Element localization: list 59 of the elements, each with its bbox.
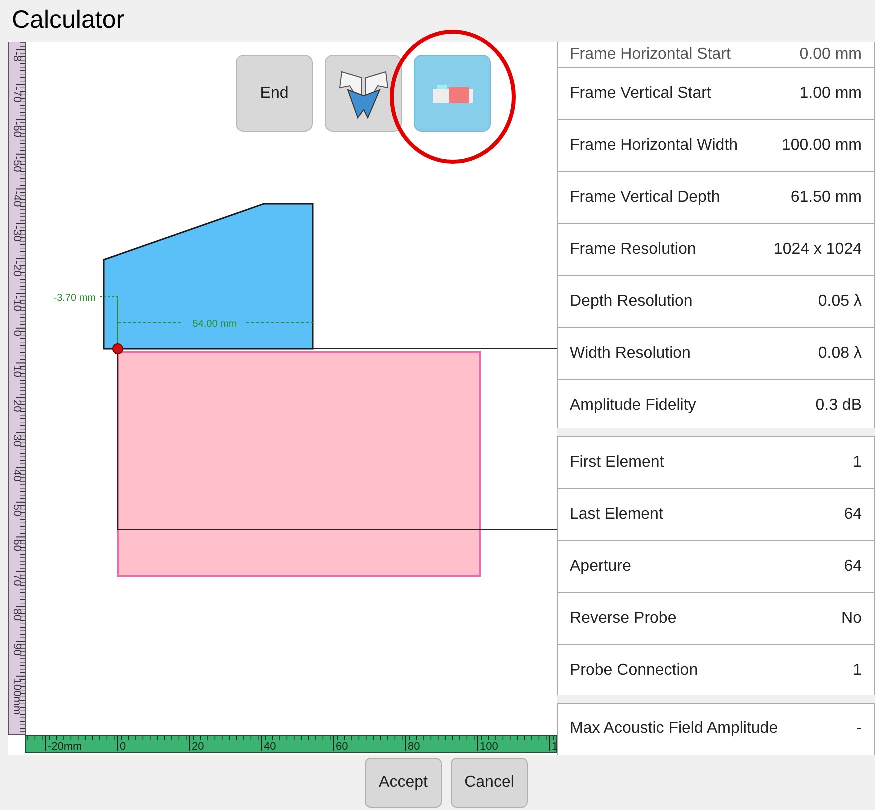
property-label: Last Element (570, 504, 664, 525)
property-value: 64 (844, 504, 862, 525)
property-value: 100.00 mm (782, 136, 862, 156)
dialog-button[interactable]: Cancel (451, 758, 528, 808)
property-value: 1.00 mm (800, 84, 862, 104)
ruler-label: 90 (11, 644, 23, 656)
ruler-label: -50 (11, 156, 23, 172)
property-value: 0.3 dB (816, 396, 862, 416)
ruler-label: 40 (11, 470, 23, 482)
property-value: 0.05 λ (818, 292, 862, 312)
probe-point (112, 344, 124, 354)
property-label: Aperture (570, 556, 632, 577)
ruler-label: 50 (11, 504, 23, 517)
ruler-label: -60 (11, 122, 23, 138)
dimension-label: -3.70 mm (54, 293, 96, 304)
ruler-label: -20 (11, 260, 23, 277)
property-label: Frame Vertical Depth (570, 188, 720, 208)
ruler-label: 80 (408, 741, 420, 753)
dimension-label: 54.00 mm (192, 319, 238, 330)
property-label: Width Resolution (570, 344, 691, 364)
ruler-label: 30 (11, 434, 23, 448)
property-label: Frame Horizontal Width (570, 136, 738, 156)
ruler-label: -40 (11, 191, 23, 208)
window-title: Calculator (12, 5, 125, 36)
property-label: Reverse Probe (570, 608, 677, 629)
property-value: 1 (853, 660, 862, 681)
ruler-label: 40 (264, 741, 276, 753)
property-value: - (856, 719, 862, 740)
ruler-label: 100mm (11, 678, 23, 716)
property-value: 1 (853, 452, 862, 473)
ruler-label: 60 (336, 741, 348, 753)
property-label: Max Acoustic Field Amplitude (570, 719, 778, 740)
dialog-button[interactable]: Accept (365, 758, 442, 808)
property-label: Frame Vertical Start (570, 84, 712, 104)
probe-icon (430, 82, 474, 104)
property-label: Probe Connection (570, 660, 698, 681)
ruler-label: 0 (120, 741, 126, 753)
property-value: 64 (844, 556, 862, 577)
ruler-label: -30 (11, 226, 23, 242)
ruler-label: 20 (192, 741, 204, 753)
property-value: No (842, 608, 862, 629)
property-label: Frame Resolution (570, 240, 696, 260)
property-value: 0.00 mm (800, 44, 862, 64)
property-label: First Element (570, 452, 664, 473)
ruler-label: 20 (11, 400, 23, 412)
end-button[interactable]: End (236, 55, 313, 132)
ruler-label: -8 (11, 52, 23, 62)
property-label: Frame Horizontal Start (570, 44, 731, 64)
property-label: Depth Resolution (570, 292, 693, 312)
property-label: Amplitude Fidelity (570, 396, 696, 416)
ruler-label: -20mm (48, 741, 82, 753)
property-value: 61.50 mm (790, 188, 862, 208)
ruler-label: -10 (11, 296, 23, 312)
ruler-label: 60 (11, 539, 23, 552)
property-value: 0.08 λ (818, 344, 862, 364)
wedge-button[interactable] (325, 55, 402, 132)
ruler-label: 10 (11, 365, 23, 378)
property-value: 1024 x 1024 (774, 240, 862, 260)
ruler-label: 100 (480, 741, 498, 753)
